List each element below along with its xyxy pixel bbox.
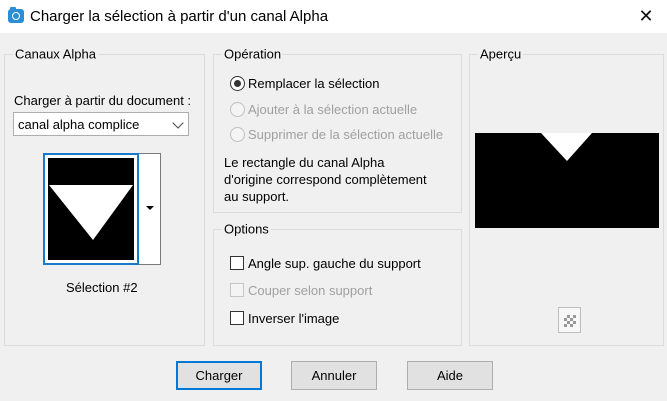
document-select-value: canal alpha complice: [18, 117, 140, 132]
preview-shape: [541, 133, 592, 161]
operation-info-line-1: Le rectangle du canal Alpha: [224, 155, 385, 170]
checkbox-invert-image[interactable]: [230, 311, 244, 325]
load-button[interactable]: Charger: [176, 361, 262, 390]
options-title: Options: [222, 221, 271, 237]
close-button[interactable]: ✕: [633, 4, 659, 28]
checkbox-top-left-corner[interactable]: [230, 256, 244, 270]
checkerboard-icon: [564, 315, 576, 327]
selection-thumbnail[interactable]: [43, 153, 139, 265]
cancel-button[interactable]: Annuler: [291, 361, 377, 390]
camera-icon: [8, 7, 24, 23]
invert-image-label: Inverser l'image: [248, 311, 340, 326]
preview-title: Aperçu: [478, 46, 524, 62]
alpha-channels-title: Canaux Alpha: [13, 46, 98, 62]
remove-from-selection-label: Supprimer de la sélection actuelle: [248, 127, 444, 142]
radio-replace-selection[interactable]: [230, 76, 245, 91]
thumbnail-shape: [49, 185, 133, 240]
triangle-down-icon: [146, 206, 154, 210]
help-button[interactable]: Aide: [407, 361, 493, 390]
window-title: Charger la sélection à partir d'un canal…: [30, 8, 329, 25]
preview-canvas: [475, 133, 659, 228]
checkbox-crop-to-canvas[interactable]: [230, 283, 244, 297]
radio-add-to-selection[interactable]: [230, 102, 245, 117]
operation-info-line-3: au support.: [224, 189, 290, 204]
chevron-down-icon: [172, 117, 184, 129]
thumbnail-dropdown-button[interactable]: [139, 153, 161, 265]
transparency-toggle-button[interactable]: [558, 307, 581, 333]
crop-to-canvas-label: Couper selon support: [248, 283, 373, 298]
title-bar: Charger la sélection à partir d'un canal…: [0, 0, 667, 33]
add-to-selection-label: Ajouter à la sélection actuelle: [248, 102, 418, 117]
operation-info-line-2: d'origine correspond complètement: [224, 172, 427, 187]
thumbnail-canvas: [48, 158, 134, 260]
radio-remove-from-selection[interactable]: [230, 127, 245, 142]
replace-selection-label: Remplacer la sélection: [248, 76, 380, 91]
selection-name: Sélection #2: [66, 280, 138, 295]
document-select[interactable]: canal alpha complice: [13, 112, 189, 136]
load-from-label: Charger à partir du document :: [14, 93, 192, 108]
top-left-corner-label: Angle sup. gauche du support: [248, 256, 421, 271]
operation-title: Opération: [222, 46, 284, 62]
